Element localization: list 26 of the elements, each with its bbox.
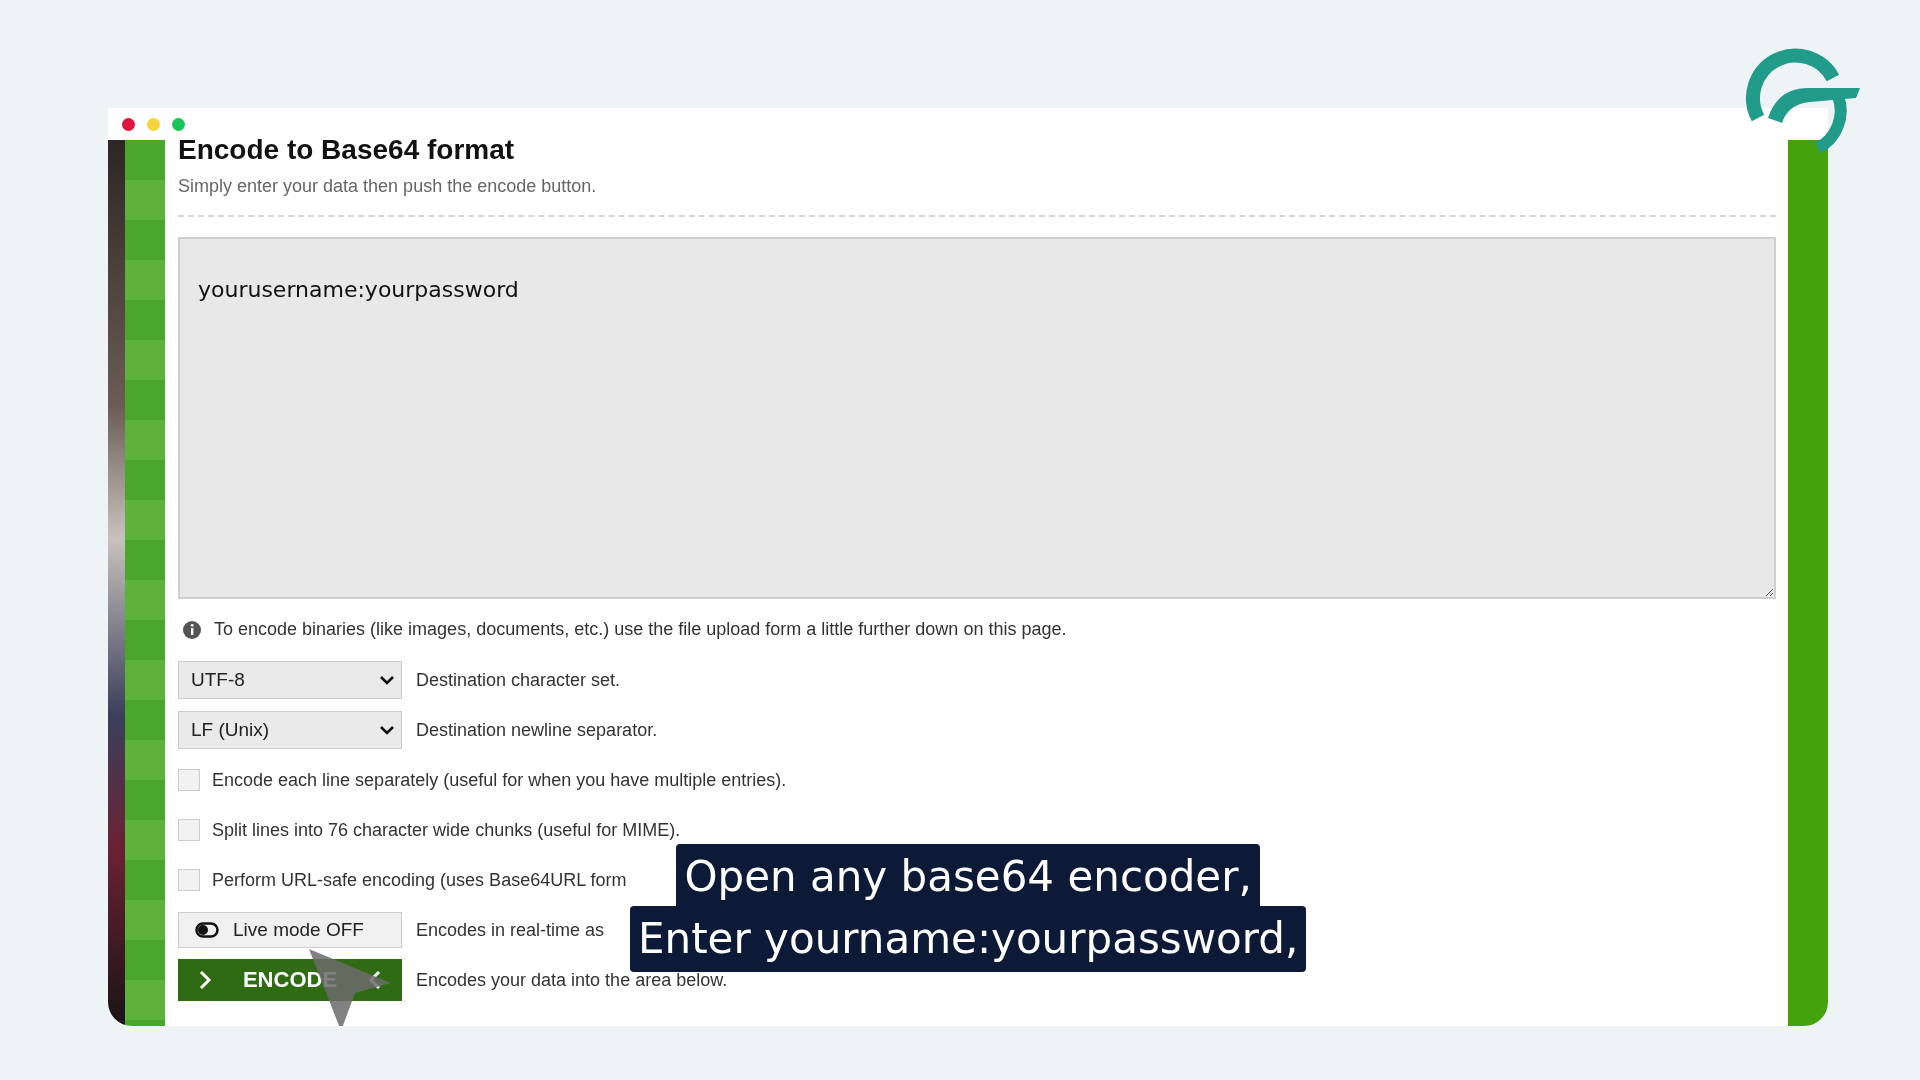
window-control-dot[interactable] <box>172 117 185 131</box>
option-label: Encode each line separately (useful for when you have multiple entries). <box>212 769 787 791</box>
live-mode-toggle[interactable]: Live mode OFF <box>178 912 402 948</box>
chevron-down-icon <box>379 724 395 736</box>
caption-text: Enter yourname:yourpassword, <box>630 906 1307 972</box>
chevron-right-icon <box>198 970 212 990</box>
option-label: Destination character set. <box>416 669 621 691</box>
toggle-icon <box>195 922 219 938</box>
info-text: To encode binaries (like images, documents, etc.) use the file upload form a little further down on this page. <box>214 619 1067 640</box>
option-label: Perform URL-safe encoding (uses Base64URL form <box>212 869 627 891</box>
checkbox[interactable] <box>178 869 200 891</box>
info-icon <box>182 619 202 640</box>
window-control-dot[interactable] <box>147 117 160 131</box>
page-subtitle: Simply enter your data then push the encode button. <box>178 176 598 197</box>
checkbox[interactable] <box>178 769 200 791</box>
chevron-down-icon <box>379 674 395 686</box>
checkbox[interactable] <box>178 819 200 841</box>
option-label: Encodes your data into the area below. <box>416 969 728 991</box>
dropdown-select[interactable]: LF (Unix) <box>178 711 402 749</box>
dropdown-select[interactable]: UTF-8 <box>178 661 402 699</box>
option-label: Destination newline separator. <box>416 719 658 741</box>
page-title: Encode to Base64 format <box>178 134 516 166</box>
window-control-dot[interactable] <box>122 117 135 131</box>
input-field[interactable]: yourusername:yourpassword <box>178 237 1776 599</box>
option-label: Encodes in real-time as <box>416 919 605 941</box>
option-label: Split lines into 76 character wide chunks (useful for MIME). <box>212 819 681 841</box>
